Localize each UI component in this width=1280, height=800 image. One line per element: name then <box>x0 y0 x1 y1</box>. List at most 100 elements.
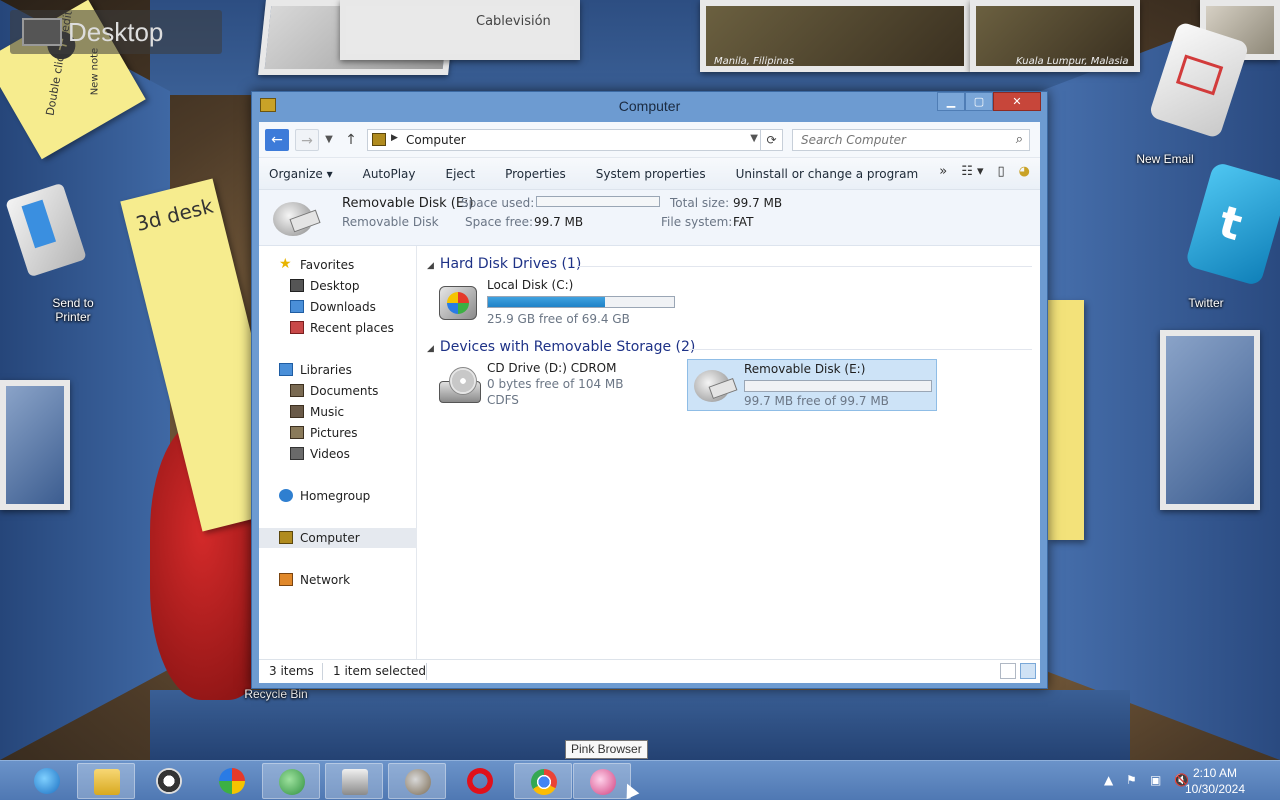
change-view-icon[interactable]: ☷ ▾ <box>961 164 983 179</box>
search-input[interactable] <box>801 131 1001 149</box>
drive-file-system: CDFS <box>487 393 519 407</box>
nav-item-computer[interactable]: Computer <box>259 528 417 548</box>
libraries-icon <box>279 363 293 376</box>
group-header-removable[interactable]: ◢ Devices with Removable Storage (2) <box>427 339 695 355</box>
help-icon[interactable]: ◕ <box>1019 164 1030 179</box>
group-header-hard-disk[interactable]: ◢ Hard Disk Drives (1) <box>427 256 581 272</box>
desktop-icon-label[interactable]: Recycle Bin <box>240 687 312 701</box>
breadcrumb-computer[interactable]: Computer <box>406 133 466 147</box>
pink-browser-icon <box>590 769 616 795</box>
network-status-icon[interactable]: ▣ <box>1150 773 1161 787</box>
taskbar-app-colorful[interactable] <box>203 763 261 799</box>
group-divider <box>689 349 1032 350</box>
nav-item-libraries[interactable]: Libraries <box>259 360 417 380</box>
close-button[interactable]: ✕ <box>993 92 1041 111</box>
properties-button[interactable]: Properties <box>505 167 566 181</box>
usb-drive-icon <box>694 368 738 406</box>
app-colorful-icon <box>219 768 245 794</box>
taskbar-tooltip: Pink Browser <box>565 740 648 759</box>
address-bar[interactable]: ▶ Computer ▼ ⟳ <box>367 129 783 151</box>
chevron-down-icon[interactable]: ▼ <box>750 133 758 144</box>
printer-icon <box>5 182 87 278</box>
details-view-button[interactable] <box>1000 663 1016 679</box>
nav-item-downloads[interactable]: Downloads <box>259 297 417 317</box>
window-scrollbar-edge[interactable] <box>1040 122 1047 683</box>
clock[interactable]: 2:10 AM 10/30/2024 <box>1180 765 1250 797</box>
taskbar-app-gimp[interactable] <box>388 763 446 799</box>
clock-time: 2:10 AM <box>1192 766 1238 780</box>
refresh-button[interactable]: ⟳ <box>760 130 782 150</box>
desktop-title: Desktop <box>68 17 164 47</box>
window-titlebar[interactable]: Computer ▁ ▢ ✕ <box>252 92 1047 120</box>
desktop-icon-new-email[interactable] <box>1148 21 1250 139</box>
taskbar-app-scanner[interactable] <box>325 763 383 799</box>
breadcrumb-arrow-icon[interactable]: ▶ <box>391 133 398 143</box>
preview-pane-icon[interactable]: ▯ <box>998 164 1005 179</box>
folder-icon <box>94 769 120 795</box>
forward-button[interactable]: → <box>295 129 319 151</box>
nav-item-recent-places[interactable]: Recent places <box>259 318 417 338</box>
system-properties-button[interactable]: System properties <box>596 167 706 181</box>
explorer-window[interactable]: Computer ▁ ▢ ✕ ← → ▼ ↑ ▶ Computer ▼ ⟳ ⌕ <box>251 91 1048 689</box>
window-title: Computer <box>618 98 681 114</box>
autoplay-button[interactable]: AutoPlay <box>363 167 416 181</box>
details-pane: Removable Disk (E:) Removable Disk Space… <box>259 190 1040 246</box>
taskbar-app-chrome[interactable] <box>514 763 572 799</box>
drive-name: Local Disk (C:) <box>487 278 574 292</box>
organize-button[interactable]: Organize ▾ <box>269 167 333 181</box>
status-selected-count: 1 item selected <box>333 664 427 678</box>
nav-item-favorites[interactable]: ★ Favorites <box>259 255 417 275</box>
drive-free-space: 25.9 GB free of 69.4 GB <box>487 312 630 326</box>
network-icon <box>279 573 293 586</box>
drive-tile-removable-disk-e[interactable]: Removable Disk (E:) 99.7 MB free of 99.7… <box>687 359 937 411</box>
collapse-triangle-icon[interactable]: ◢ <box>427 261 434 271</box>
navigation-pane-items: ★ Favorites Desktop Downloads Recent pla… <box>259 246 417 659</box>
recent-locations-dropdown[interactable]: ▼ <box>321 129 337 151</box>
collapse-triangle-icon[interactable]: ◢ <box>427 344 434 354</box>
uninstall-program-button[interactable]: Uninstall or change a program <box>736 167 919 181</box>
computer-icon <box>279 531 293 544</box>
taskbar-app-globe[interactable] <box>262 763 320 799</box>
search-icon[interactable]: ⌕ <box>1016 132 1023 147</box>
nav-item-videos[interactable]: Videos <box>259 444 417 464</box>
taskbar-app-opera[interactable] <box>451 763 509 799</box>
nav-item-desktop[interactable]: Desktop <box>259 276 417 296</box>
taskbar-app-file-explorer[interactable] <box>77 763 135 799</box>
wall-photo <box>0 380 70 510</box>
nav-item-homegroup[interactable]: Homegroup <box>259 486 417 506</box>
nav-item-network[interactable]: Network <box>259 570 417 590</box>
back-button[interactable]: ← <box>265 129 289 151</box>
nav-item-music[interactable]: Music <box>259 402 417 422</box>
taskbar-app-pink-browser[interactable] <box>573 763 631 799</box>
more-commands-button[interactable]: » <box>939 164 947 179</box>
desktop-icon-twitter[interactable]: t <box>1184 161 1280 287</box>
nav-item-documents[interactable]: Documents <box>259 381 417 401</box>
desktop-icon-send-to-printer[interactable] <box>5 182 87 280</box>
taskbar-app-media-player[interactable] <box>140 763 198 799</box>
search-box[interactable]: ⌕ <box>792 129 1030 151</box>
minimize-button[interactable]: ▁ <box>937 92 965 111</box>
desktop-icon <box>290 279 304 292</box>
gimp-icon <box>405 769 431 795</box>
nav-item-pictures[interactable]: Pictures <box>259 423 417 443</box>
photo-caption: Kuala Lumpur, Malasia <box>1016 56 1129 67</box>
drive-tile-cd-drive-d[interactable]: CD Drive (D:) CDROM 0 bytes free of 104 … <box>431 359 681 411</box>
drive-tile-local-disk-c[interactable]: Local Disk (C:) 25.9 GB free of 69.4 GB <box>431 276 681 328</box>
eject-button[interactable]: Eject <box>446 167 476 181</box>
maximize-button[interactable]: ▢ <box>965 92 993 111</box>
globe-icon <box>279 769 305 795</box>
content-area[interactable]: ◢ Hard Disk Drives (1) Local Disk (C:) 25… <box>417 246 1040 659</box>
pictures-icon <box>290 426 304 439</box>
drive-name: Removable Disk (E:) <box>744 362 866 376</box>
taskbar-app-internet-explorer[interactable] <box>18 763 76 799</box>
clock-date: 10/30/2024 <box>1184 782 1246 796</box>
desktop-icon-label: New Email <box>1136 152 1194 166</box>
up-button[interactable]: ↑ <box>341 129 361 151</box>
show-hidden-icons-button[interactable]: ▲ <box>1104 773 1113 787</box>
desktop-icon-label: Twitter <box>1188 296 1224 310</box>
file-system-value: FAT <box>733 215 754 229</box>
action-center-flag-icon[interactable]: ⚑ <box>1126 773 1137 787</box>
space-free-value: 99.7 MB <box>534 215 584 229</box>
tiles-view-button[interactable] <box>1020 663 1036 679</box>
computer-icon <box>372 133 386 146</box>
